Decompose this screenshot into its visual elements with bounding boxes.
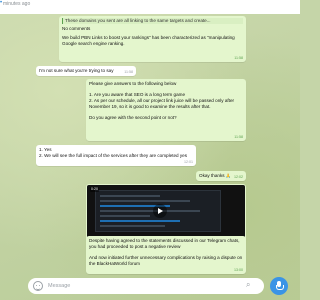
message-bubble-outgoing[interactable]: Okay thanks 🙏 12:02	[196, 171, 246, 181]
message-text: I'm not sure what you're trying to say	[39, 68, 114, 73]
message-bubble-incoming[interactable]: I'm not sure what you're trying to say 1…	[36, 66, 136, 76]
message-bubble-outgoing[interactable]: These domains you sent are all linking t…	[59, 16, 246, 62]
message-text: 2. As per our schedule, all our project …	[89, 97, 235, 109]
message-time: 11:58	[124, 70, 133, 75]
message-time: 12:01	[184, 160, 193, 165]
message-text: No comments	[62, 25, 91, 31]
emoji-icon[interactable]	[33, 281, 43, 291]
message-text: Okay thanks	[199, 173, 225, 178]
message-input[interactable]: Message	[48, 283, 70, 289]
message-bubble-incoming[interactable]: 1. Yes 2. We will see the full impact of…	[36, 145, 196, 166]
message-text: Despite having agreed to the statements …	[89, 238, 240, 249]
pray-emoji-icon: 🙏	[225, 173, 232, 178]
message-text: We build PBN Links to boost your ranking…	[62, 34, 235, 46]
message-text: Do you agree with the second point or no…	[89, 114, 177, 120]
quoted-message[interactable]: These domains you sent are all linking t…	[62, 18, 243, 24]
microphone-button[interactable]	[270, 277, 288, 295]
message-bubble-outgoing[interactable]: Despite having agreed to the statements …	[86, 236, 246, 274]
message-text: 2. We will see the full impact of the se…	[39, 152, 188, 158]
message-text: And now initiated further unnecessary co…	[89, 254, 243, 266]
message-time: 12:02	[234, 175, 243, 180]
message-time: 11:58	[234, 56, 243, 61]
play-icon[interactable]	[153, 204, 167, 218]
video-message[interactable]: 0:20	[86, 184, 246, 242]
video-duration: 0:20	[90, 187, 99, 192]
last-seen-status: minutes ago	[3, 1, 31, 7]
message-bubble-outgoing[interactable]: Please give answers to the following bel…	[86, 79, 246, 141]
chat-header: • minutes ago	[0, 0, 300, 14]
message-composer[interactable]: Message ⌕	[28, 278, 264, 294]
online-indicator-icon: •	[0, 0, 3, 6]
paperclip-icon[interactable]: ⌕	[246, 281, 250, 289]
video-preview[interactable]: 0:20	[87, 185, 245, 241]
message-time: 11:58	[234, 135, 243, 140]
message-time: 13:00	[234, 268, 243, 273]
